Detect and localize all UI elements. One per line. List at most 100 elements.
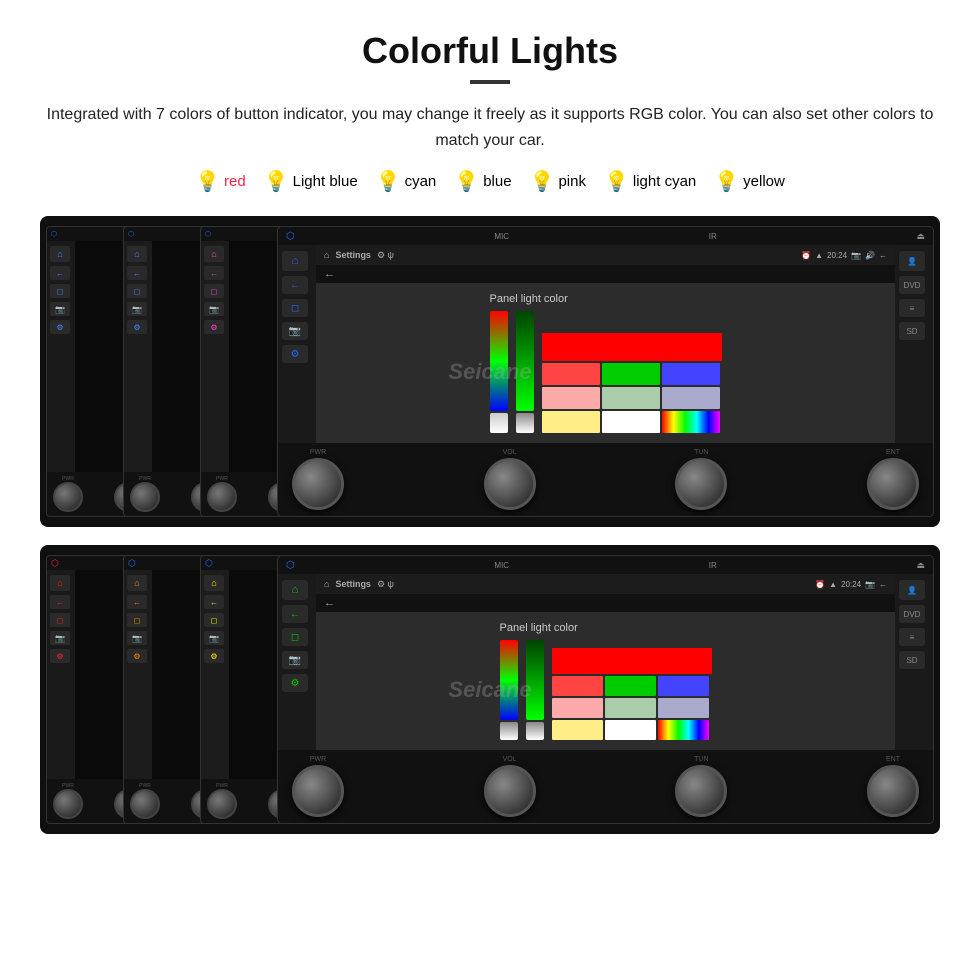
bot1-btn-cam[interactable]: 📷 [50,631,70,645]
btn-back-3[interactable]: ← [204,266,224,280]
btn-cam-3[interactable]: 📷 [204,302,224,316]
btn-android-3[interactable]: ◻ [204,284,224,298]
bot-back-arrow[interactable]: ← [324,597,335,609]
btn-cam-1[interactable]: 📷 [50,302,70,316]
unit1-knob-left[interactable] [53,482,83,512]
sw-r2[interactable] [542,387,600,409]
main-btn-sd[interactable]: SD [899,322,925,340]
sw-w[interactable] [602,411,660,433]
main-btn-phone[interactable]: 👤 [899,251,925,271]
btn-back-2[interactable]: ← [127,266,147,280]
bot-sw-g2[interactable] [605,698,656,718]
btn-set-3[interactable]: ⚙ [204,320,224,334]
bot2-btn-back[interactable]: ← [127,595,147,609]
main-btn-eq[interactable]: ≡ [899,299,925,317]
bot1-btn-home[interactable]: ⌂ [50,575,70,591]
bot1-btn-android[interactable]: ◻ [50,613,70,627]
bot-knob-vol[interactable] [484,765,536,817]
grad-col-slider2[interactable] [516,413,534,433]
sw-rainbow[interactable] [662,411,720,433]
bot1-knob-l[interactable] [53,789,83,819]
bot-btn-android[interactable]: ◻ [282,628,308,646]
bot2-btn-set[interactable]: ⚙ [127,649,147,663]
bot-sw-b1[interactable] [658,676,709,696]
knob-vol[interactable] [484,458,536,510]
knob-ent[interactable] [867,458,919,510]
bot-sw-y[interactable] [552,720,603,740]
bot3-btn-android[interactable]: ◻ [204,613,224,627]
bot-knob-tun[interactable] [675,765,727,817]
back-arrow[interactable]: ← [324,268,335,280]
btn-android-1[interactable]: ◻ [50,284,70,298]
time-display: 20:24 [827,251,847,260]
main-btn-dvd[interactable]: DVD [899,276,925,294]
main-swatch-red[interactable] [542,333,722,361]
main-btn-android[interactable]: ◻ [282,299,308,317]
bot-sw-b2[interactable] [658,698,709,718]
bot1-btn-back[interactable]: ← [50,595,70,609]
knob-tun[interactable] [675,458,727,510]
bot-btn-home[interactable]: ⌂ [282,580,308,600]
main-btn-wifi[interactable]: ⚙ [282,345,308,363]
unit2-knob-l[interactable] [130,482,160,512]
btn-home-1[interactable]: ⌂ [50,246,70,262]
bot2-knob-l[interactable] [130,789,160,819]
unit3-knob-l[interactable] [207,482,237,512]
bot-grad-slider1[interactable] [500,722,518,740]
sw-g1[interactable] [602,363,660,385]
bot2-btn-android[interactable]: ◻ [127,613,147,627]
bot-home-icon-bar[interactable]: ⌂ [324,579,329,589]
bot-main-swatch-red[interactable] [552,648,712,674]
main-left-btns: ⌂ ← ◻ 📷 ⚙ [278,245,316,443]
sw-b1[interactable] [662,363,720,385]
btn-cam-2[interactable]: 📷 [127,302,147,316]
color-yellow-label: yellow [743,173,785,190]
home-icon-bar[interactable]: ⌂ [324,250,329,260]
bot-sw-r2[interactable] [552,698,603,718]
bot-btn-wifi[interactable]: ⚙ [282,674,308,692]
bot-btn-sd[interactable]: SD [899,651,925,669]
bot-sw-w[interactable] [605,720,656,740]
bot3-btn-back[interactable]: ← [204,595,224,609]
bot3-knob-l[interactable] [207,789,237,819]
btn-back-1[interactable]: ← [50,266,70,280]
bot-btn-cam[interactable]: 📷 [282,651,308,669]
bot-btn-eq[interactable]: ≡ [899,628,925,646]
bot-back-btn[interactable]: ← [879,580,887,589]
bot3-btn-home[interactable]: ⌂ [204,575,224,591]
bot2-btn-home[interactable]: ⌂ [127,575,147,591]
bot-sw-rainbow[interactable] [658,720,709,740]
bot-grad-slider2[interactable] [526,722,544,740]
bot3-btn-cam[interactable]: 📷 [204,631,224,645]
bot-sw-r1[interactable] [552,676,603,696]
bot-btn-back[interactable]: ← [282,605,308,623]
btn-set-1[interactable]: ⚙ [50,320,70,334]
bot-knob-ent[interactable] [867,765,919,817]
bot2-btn-cam[interactable]: 📷 [127,631,147,645]
btn-set-2[interactable]: ⚙ [127,320,147,334]
knob-pwr[interactable] [292,458,344,510]
bot1-btn-set[interactable]: ⚙ [50,649,70,663]
main-btn-cam[interactable]: 📷 [282,322,308,340]
gradient-group [490,311,508,433]
btn-home-2[interactable]: ⌂ [127,246,147,262]
main-btn-home[interactable]: ⌂ [282,251,308,271]
btn-android-2[interactable]: ◻ [127,284,147,298]
bot-color-picker-layout [500,640,712,740]
sw-b2[interactable] [662,387,720,409]
bot-sw-g1[interactable] [605,676,656,696]
bot-knob-pwr[interactable] [292,765,344,817]
main-btn-back[interactable]: ← [282,276,308,294]
back-btn[interactable]: ← [879,251,887,260]
android-statusbar: ⌂ Settings ⚙ ψ ⏰ ▲ 20:24 📷 🔊 ← [316,245,895,265]
sw-y[interactable] [542,411,600,433]
btn-home-3[interactable]: ⌂ [204,246,224,262]
bot-color-picker-screen: Panel light color [316,612,895,750]
back-row: ← [316,265,895,283]
bot-btn-dvd[interactable]: DVD [899,605,925,623]
grad-col-slider1[interactable] [490,413,508,433]
bot3-btn-set[interactable]: ⚙ [204,649,224,663]
bot-btn-phone[interactable]: 👤 [899,580,925,600]
sw-r1[interactable] [542,363,600,385]
sw-g2[interactable] [602,387,660,409]
